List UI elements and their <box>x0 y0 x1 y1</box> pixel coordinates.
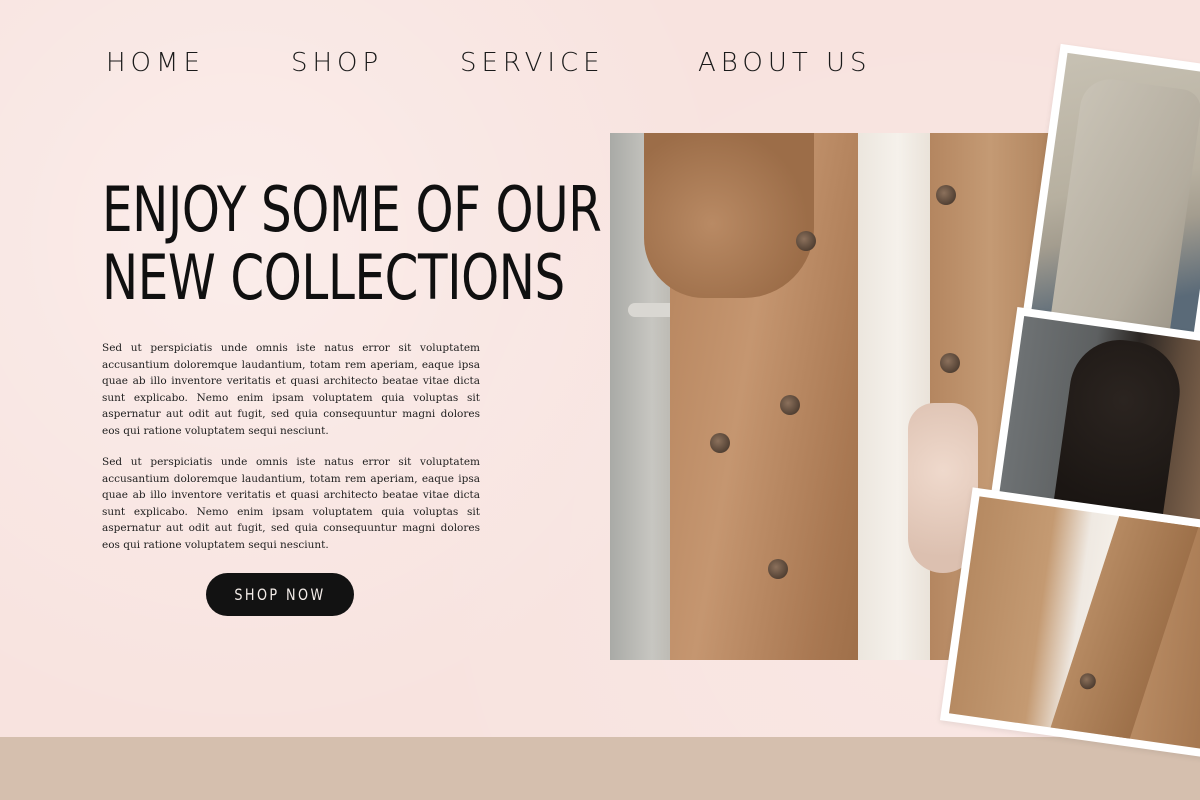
coat-button <box>780 395 800 415</box>
shop-now-button-label: SHOP NOW <box>234 585 326 604</box>
nav-item-about-us[interactable]: ABOUT US <box>698 48 872 78</box>
photo-grey-coat <box>1049 75 1200 340</box>
nav-item-home[interactable]: HOME <box>106 48 205 78</box>
photo-coat-lapel <box>1043 516 1199 749</box>
hero-paragraph-1: Sed ut perspiciatis unde omnis iste natu… <box>102 342 480 437</box>
main-navigation: HOME SHOP SERVICE ABOUT US <box>0 48 1200 84</box>
coat-button <box>710 433 730 453</box>
coat-button <box>796 231 816 251</box>
coat-button <box>940 353 960 373</box>
nav-item-shop[interactable]: SHOP <box>291 48 383 78</box>
hero-paragraph-2: Sed ut perspiciatis unde omnis iste natu… <box>102 456 480 551</box>
shop-now-button[interactable]: SHOP NOW <box>206 573 354 616</box>
nav-item-service[interactable]: SERVICE <box>460 48 605 78</box>
polaroid-photo <box>948 496 1200 749</box>
footer-band <box>0 737 1200 800</box>
polaroid-photo <box>1030 52 1200 343</box>
coat-button <box>936 185 956 205</box>
polaroid-camel-coat <box>939 487 1200 758</box>
photo-handbag <box>644 133 814 298</box>
hero-headline: ENJOY SOME OF OUR NEW COLLECTIONS <box>102 173 602 314</box>
photo-sweater <box>858 133 938 660</box>
polaroid-grey-coat <box>1021 43 1200 352</box>
hero-headline-line-2: NEW COLLECTIONS <box>102 241 565 314</box>
coat-button <box>768 559 788 579</box>
hero-headline-line-1: ENJOY SOME OF OUR <box>102 173 602 246</box>
